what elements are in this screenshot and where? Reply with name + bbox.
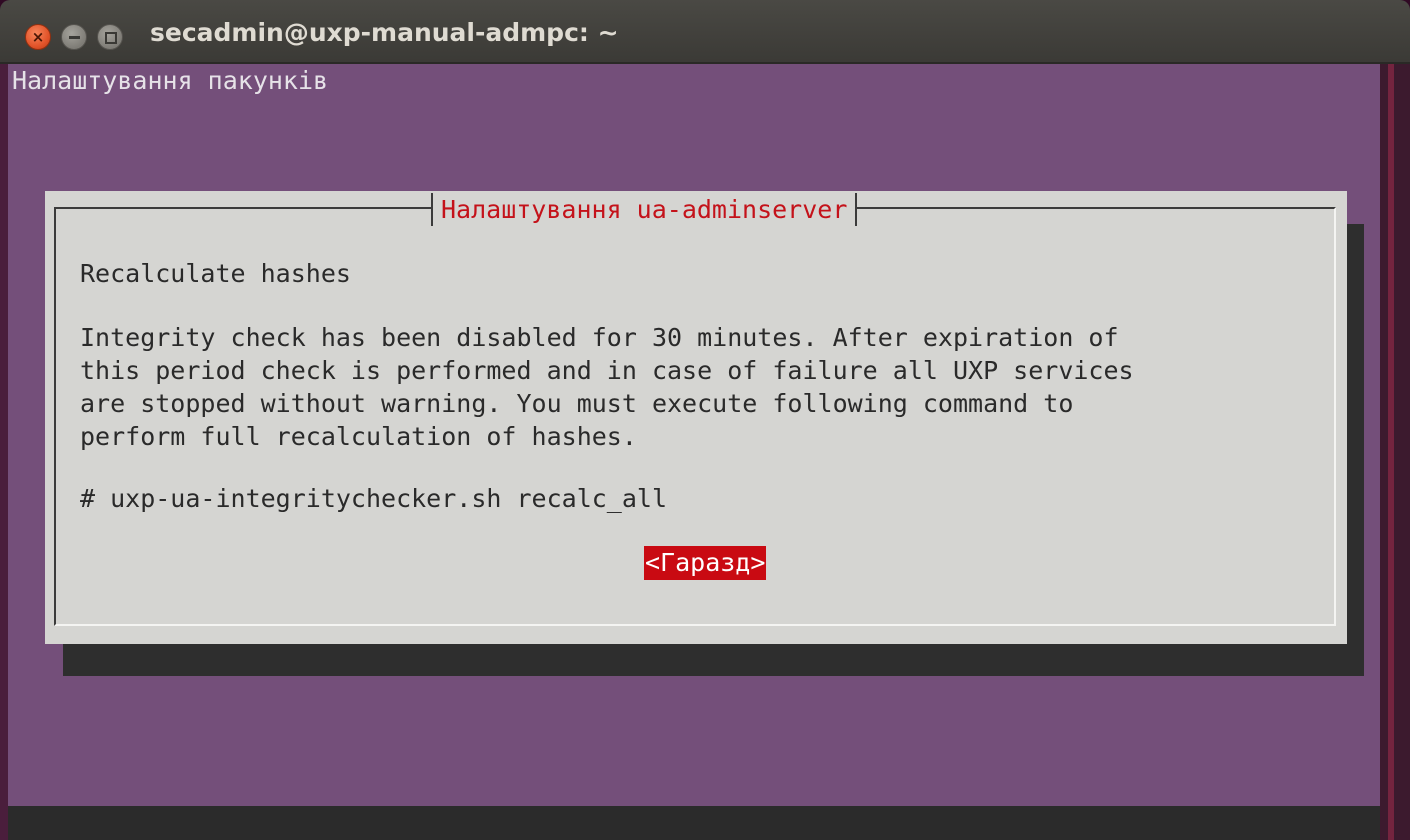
close-glyph: ×	[31, 28, 45, 46]
title-bar[interactable]: × secadmin@uxp-manual-admpc: ~	[0, 0, 1410, 64]
dialog-message-line: perform full recalculation of hashes.	[80, 422, 637, 451]
dialog-message-line: this period check is performed and in ca…	[80, 356, 1134, 385]
minimize-icon[interactable]	[61, 24, 87, 50]
dialog-title: Налаштування ua-adminserver	[431, 193, 858, 226]
package-config-header: Налаштування пакунків	[12, 66, 329, 95]
terminal-left-edge	[0, 64, 8, 840]
scrollbar[interactable]	[1380, 64, 1410, 840]
dialog-message-line: are stopped without warning. You must ex…	[80, 389, 1074, 418]
scrollbar-thumb[interactable]	[1388, 64, 1394, 840]
terminal-bottom-bar	[8, 806, 1380, 840]
minimize-glyph	[69, 36, 80, 39]
close-icon[interactable]: ×	[25, 24, 51, 50]
maximize-icon[interactable]	[97, 24, 123, 50]
config-dialog: Налаштування ua-adminserver Recalculate …	[45, 191, 1347, 644]
window-title: secadmin@uxp-manual-admpc: ~	[150, 18, 619, 47]
terminal-window: × secadmin@uxp-manual-admpc: ~ Налаштува…	[0, 0, 1410, 840]
ok-button[interactable]: <Гаразд>	[644, 546, 767, 580]
dialog-heading: Recalculate hashes	[80, 259, 351, 288]
dialog-message-line: Integrity check has been disabled for 30…	[80, 323, 1119, 352]
dialog-command: # uxp-ua-integritychecker.sh recalc_all	[80, 484, 667, 513]
maximize-glyph	[105, 32, 117, 44]
